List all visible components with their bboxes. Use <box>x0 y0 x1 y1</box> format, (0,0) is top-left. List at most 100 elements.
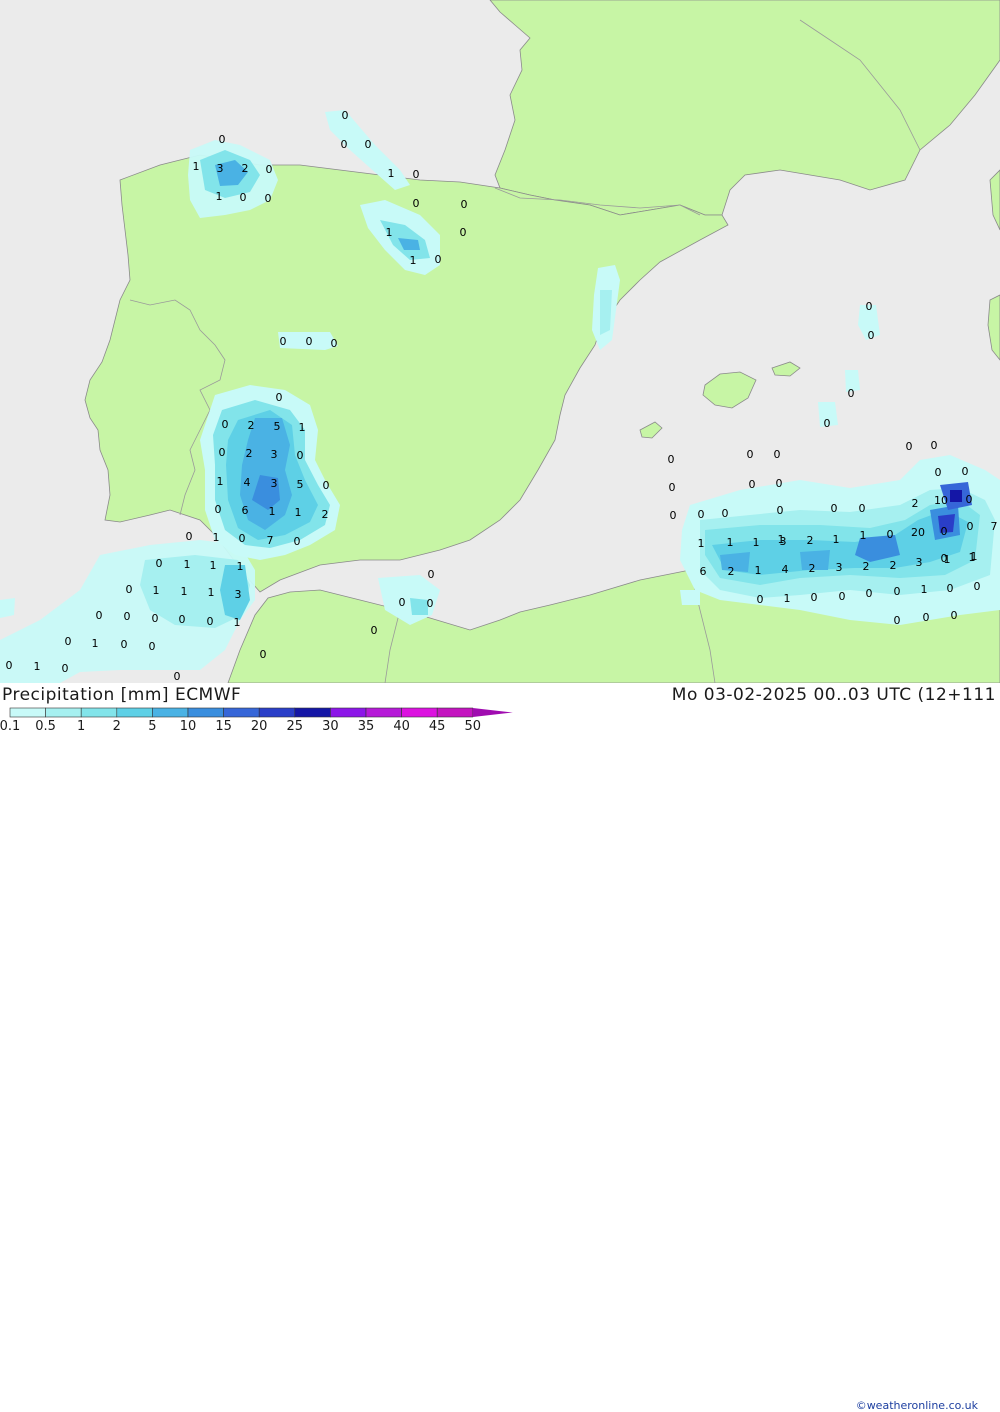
precip-value-label: 1 <box>295 506 302 519</box>
precip-value-label: 0 <box>260 648 267 661</box>
precip-value-label: 2 <box>322 508 329 521</box>
precip-value-label: 0 <box>65 635 72 648</box>
color-scale-bar <box>9 707 513 718</box>
precip-value-label: 0 <box>6 659 13 672</box>
precip-value-label: 0 <box>280 335 287 348</box>
precip-value-label: 0 <box>831 502 838 515</box>
precip-value-label: 2 <box>728 565 735 578</box>
precip-value-label: 0 <box>951 609 958 622</box>
precip-value-label: 0 <box>62 662 69 675</box>
precip-value-label: 0 <box>757 593 764 606</box>
legend-color-swatch <box>45 707 82 718</box>
precip-value-label: 0 <box>747 448 754 461</box>
precip-value-label: 5 <box>297 478 304 491</box>
precip-value-label: 1 <box>388 167 395 180</box>
precip-value-label: 0 <box>894 614 901 627</box>
precip-value-label: 2 <box>912 497 919 510</box>
legend-color-swatch <box>187 707 224 718</box>
precip-value-label: 0 <box>297 449 304 462</box>
precip-value-label: 2 <box>807 534 814 547</box>
precip-value-label: 0 <box>215 503 222 516</box>
precip-value-label: 0 <box>947 582 954 595</box>
precip-value-label: 0 <box>276 391 283 404</box>
precip-value-label: 0 <box>935 466 942 479</box>
precip-value-label: 0 <box>341 138 348 151</box>
precip-value-label: 0 <box>749 478 756 491</box>
precip-value-label: 1 <box>755 564 762 577</box>
legend-color-swatch <box>294 707 331 718</box>
map-title: Precipitation [mm] ECMWF <box>2 685 242 705</box>
precip-value-label: 1 <box>92 637 99 650</box>
precip-value-label: 1 <box>213 531 220 544</box>
precip-value-label: 0 <box>967 520 974 533</box>
legend-label: 45 <box>428 719 446 734</box>
precip-value-label: 0 <box>966 493 973 506</box>
precip-value-label: 0 <box>124 610 131 623</box>
precip-value-label: 0 <box>906 440 913 453</box>
legend-label: 20 <box>250 719 268 734</box>
legend-label: 50 <box>464 719 482 734</box>
precip-value-label: 0 <box>698 508 705 521</box>
precip-value-label: 3 <box>916 556 923 569</box>
precip-value-label: 10 <box>934 494 948 507</box>
precip-value-label: 1 <box>299 421 306 434</box>
precip-value-label: 2 <box>248 419 255 432</box>
precip-value-label: 0 <box>859 502 866 515</box>
precip-value-label: 6 <box>242 504 249 517</box>
precip-value-label: 0 <box>365 138 372 151</box>
legend-color-swatch <box>436 707 474 718</box>
precip-value-label: 20 <box>911 526 925 539</box>
precip-value-label: 0 <box>811 591 818 604</box>
precip-value-label: 5 <box>274 420 281 433</box>
legend-label: 35 <box>357 719 375 734</box>
precip-value-label: 1 <box>921 583 928 596</box>
precip-value-label: 1 <box>208 586 215 599</box>
legend-color-swatch <box>80 707 118 718</box>
legend-label: 10 <box>179 719 197 734</box>
precip-value-label: 0 <box>894 585 901 598</box>
precip-value-label: 0 <box>294 535 301 548</box>
precip-value-label: 1 <box>833 533 840 546</box>
precip-value-label: 0 <box>670 509 677 522</box>
precip-value-label: 0 <box>149 640 156 653</box>
precip-value-label: 1 <box>153 584 160 597</box>
precip-value-label: 0 <box>96 609 103 622</box>
precip-value-label: 2 <box>246 447 253 460</box>
precip-value-label: 0 <box>866 587 873 600</box>
legend-label: 30 <box>322 719 339 734</box>
credit-link[interactable]: ©weatheronline.co.uk <box>856 1399 978 1412</box>
precip-value-label: 0 <box>222 418 229 431</box>
legend-color-swatch <box>116 707 153 718</box>
precip-value-label: 2 <box>863 560 870 573</box>
precip-value-label: 1 <box>860 529 867 542</box>
precip-value-label: 0 <box>839 590 846 603</box>
precip-value-label: 0 <box>776 477 783 490</box>
legend-color-swatch <box>330 707 367 718</box>
precip-value-label: 0 <box>306 335 313 348</box>
precip-value-label: 2 <box>890 559 897 572</box>
precip-value-label: 0 <box>219 133 226 146</box>
precip-value-label: 0 <box>923 611 930 624</box>
precip-value-label: 3 <box>271 448 278 461</box>
legend-label: 5 <box>148 719 157 734</box>
precip-value-label: 0 <box>126 583 133 596</box>
precip-value-label: 0 <box>460 226 467 239</box>
precip-value-label: 0 <box>669 481 676 494</box>
precip-value-label: 0 <box>186 530 193 543</box>
precip-value-label: 0 <box>777 504 784 517</box>
precip-value-label: 1 <box>34 660 41 673</box>
legend-label: 0.1 <box>0 719 21 734</box>
legend-arrow <box>472 708 513 717</box>
legend-color-swatch <box>258 707 296 718</box>
legend-label: 2 <box>112 719 121 734</box>
precip-value-label: 0 <box>152 612 159 625</box>
precip-value-label: 3 <box>271 477 278 490</box>
precip-value-label: 0 <box>774 448 781 461</box>
precip-value-label: 0 <box>722 507 729 520</box>
precip-value-label: 0 <box>962 465 969 478</box>
precip-value-label: 0 <box>399 596 406 609</box>
precip-value-label: 0 <box>174 670 181 683</box>
legend-color-swatch <box>152 707 189 718</box>
precip-value-label: 1 <box>181 585 188 598</box>
precip-value-label: 0 <box>461 198 468 211</box>
